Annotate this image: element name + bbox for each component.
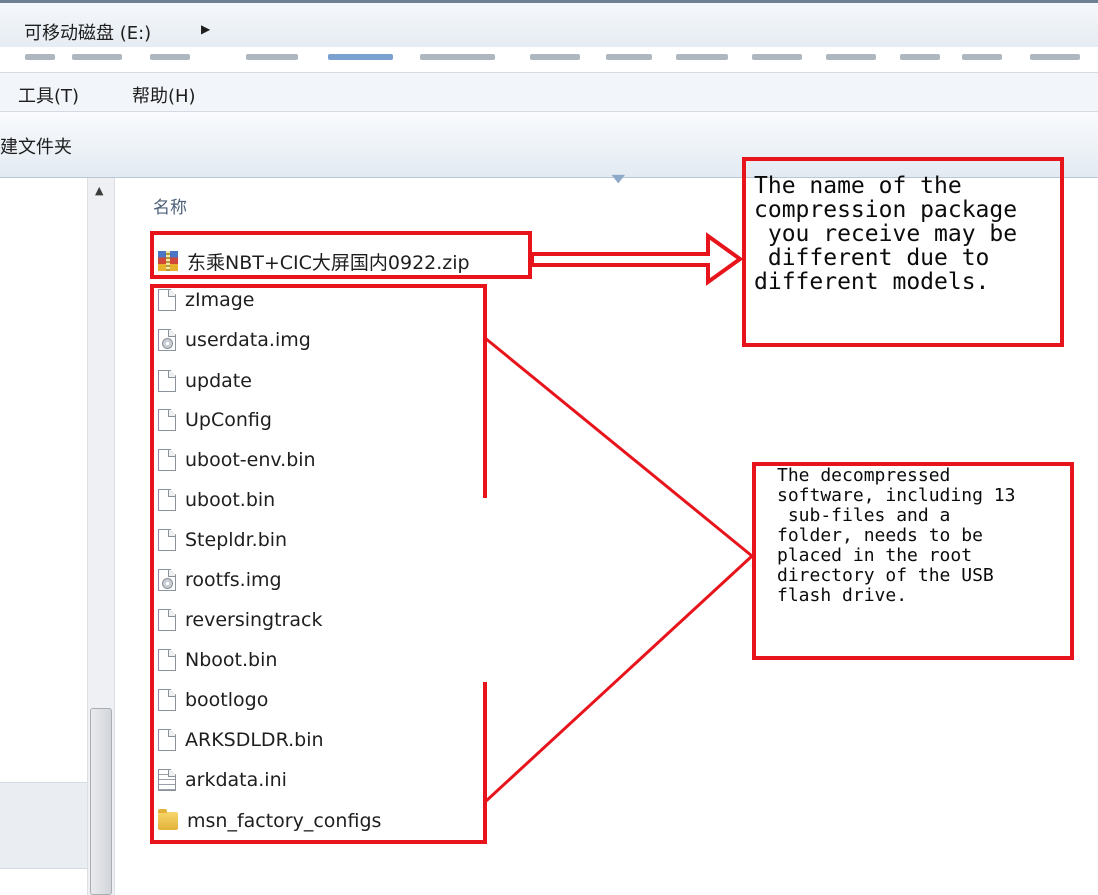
hollow-arrow-icon bbox=[530, 232, 744, 286]
connector-gap bbox=[482, 498, 489, 682]
connector-line-lower bbox=[483, 554, 754, 804]
annotation-connectors bbox=[482, 232, 754, 804]
connector-line-upper bbox=[484, 336, 753, 558]
